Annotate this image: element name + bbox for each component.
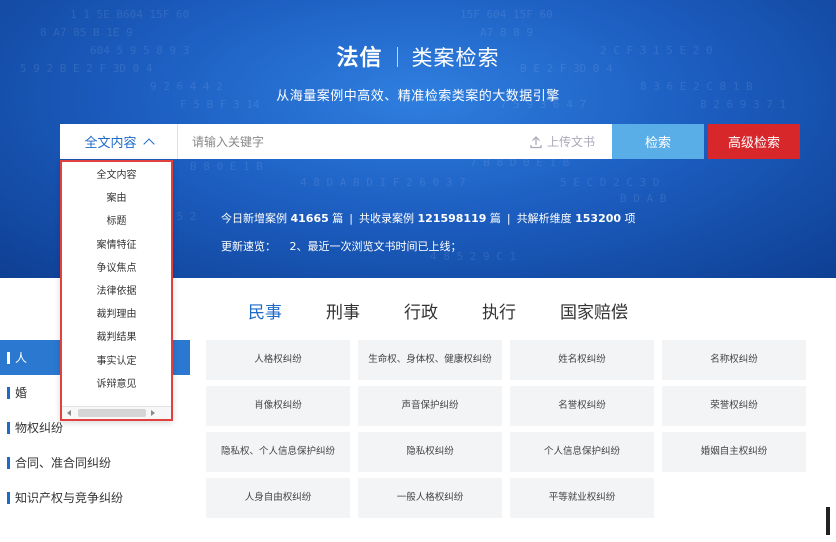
category-item[interactable]: 合同、准合同纠纷: [0, 445, 190, 480]
cause-item[interactable]: 荣誉权纠纷: [662, 386, 806, 426]
total-cases-count: 121598119: [417, 212, 487, 225]
advanced-search-button[interactable]: 高级检索: [708, 124, 800, 159]
cause-grid: 人格权纠纷 生命权、身体权、健康权纠纷 姓名权纠纷 名称权纠纷 肖像权纠纷 声音…: [206, 340, 806, 518]
brand-separator: [396, 47, 398, 67]
update-news-link[interactable]: 2、最近一次浏览文书时间已上线；: [290, 240, 462, 253]
scope-option-full-text[interactable]: 全文内容: [62, 162, 171, 185]
search-scope-dropdown: 全文内容 案由 标题 案情特征 争议焦点 法律依据 裁判理由 裁判结果 事实认定…: [60, 160, 173, 421]
upload-icon: [530, 135, 542, 148]
upload-label: 上传文书: [546, 135, 595, 149]
dimensions-count: 153200: [575, 212, 622, 225]
svg-text:4 8 D A B D I F 2 6 0 3 7: 4 8 D A B D I F 2 6 0 3 7: [300, 176, 466, 189]
category-marker: [7, 491, 10, 504]
stats-divider: |: [349, 212, 353, 225]
total-cases-label: 共收录案例: [359, 212, 414, 225]
cause-item[interactable]: 名称权纠纷: [662, 340, 806, 380]
scope-option-legal-basis[interactable]: 法律依据: [62, 278, 171, 301]
new-cases-label: 今日新增案例: [221, 212, 287, 225]
tab-enforcement[interactable]: 执行: [482, 298, 516, 323]
cause-item[interactable]: 人身自由权纠纷: [206, 478, 350, 518]
cause-item[interactable]: 姓名权纠纷: [510, 340, 654, 380]
scope-option-judgment-reason[interactable]: 裁判理由: [62, 301, 171, 324]
svg-text:B 8 0 E 1 B: B 8 0 E 1 B: [190, 160, 263, 173]
cause-item[interactable]: 个人信息保护纠纷: [510, 432, 654, 472]
category-marker: [7, 351, 10, 364]
scope-option-dispute-focus[interactable]: 争议焦点: [62, 255, 171, 278]
cause-item[interactable]: 平等就业权纠纷: [510, 478, 654, 518]
brand-name: 法信: [336, 46, 383, 71]
text-cursor: [826, 507, 830, 535]
tab-state-compensation[interactable]: 国家赔偿: [560, 298, 628, 323]
category-label: 知识产权与竞争纠纷: [15, 491, 124, 505]
stats-divider: |: [506, 212, 511, 225]
scope-option-judgment-result[interactable]: 裁判结果: [62, 324, 171, 347]
cause-item[interactable]: 隐私权纠纷: [358, 432, 502, 472]
dimensions-label: 共解析维度: [516, 212, 572, 225]
tab-administrative[interactable]: 行政: [404, 298, 438, 323]
category-label: 物权纠纷: [15, 421, 64, 435]
search-scope-select[interactable]: 全文内容: [60, 124, 178, 159]
new-cases-unit: 篇: [332, 212, 344, 225]
horizontal-scrollbar[interactable]: [62, 406, 171, 419]
scope-option-arguments[interactable]: 诉辩意见: [62, 371, 171, 394]
scope-option-cause[interactable]: 案由: [62, 185, 171, 208]
cause-item[interactable]: 声音保护纠纷: [358, 386, 502, 426]
scope-option-fact-finding[interactable]: 事实认定: [62, 348, 171, 371]
svg-text:A7 8 8 9: A7 8 8 9: [480, 26, 533, 39]
search-scope-label: 全文内容: [84, 136, 137, 151]
scrollbar-thumb[interactable]: [78, 409, 146, 417]
brand-title: 法信 类案检索: [0, 40, 836, 72]
new-cases-count: 41665: [290, 212, 329, 225]
upload-document-button[interactable]: 上传文书: [520, 124, 604, 159]
scope-option-title[interactable]: 标题: [62, 208, 171, 231]
cause-item[interactable]: 人格权纠纷: [206, 340, 350, 380]
tagline: 从海量案例中高效、精准检索类案的大数据引擎: [276, 89, 560, 104]
case-type-tabs: 民事 刑事 行政 执行 国家赔偿: [248, 298, 672, 323]
svg-text:1 1 5E B604 15F 60: 1 1 5E B604 15F 60: [70, 8, 189, 21]
category-label: 婚: [15, 386, 28, 400]
svg-text:15F 604 15F 60: 15F 604 15F 60: [460, 8, 553, 21]
chevron-up-icon: [142, 137, 155, 150]
page: 1 1 5E B604 15F 60 8 A7 85 B 1E 9 604 5 …: [0, 0, 836, 542]
svg-text:B D A B: B D A B: [620, 192, 667, 205]
scroll-right-arrow-icon[interactable]: [151, 410, 155, 416]
dimensions-unit: 项: [624, 212, 636, 225]
total-cases-unit: 篇: [489, 212, 501, 225]
scope-option-case-features[interactable]: 案情特征: [62, 232, 171, 255]
cause-item[interactable]: 婚姻自主权纠纷: [662, 432, 806, 472]
tab-criminal[interactable]: 刑事: [326, 298, 360, 323]
svg-text:8 A7 85 B 1E 9: 8 A7 85 B 1E 9: [40, 26, 133, 39]
cause-item[interactable]: 生命权、身体权、健康权纠纷: [358, 340, 502, 380]
cause-item[interactable]: 一般人格权纠纷: [358, 478, 502, 518]
product-name: 类案检索: [411, 46, 500, 70]
stats-line: 今日新增案例 41665 篇 | 共收录案例 121598119 篇 | 共解析维度 1…: [221, 210, 636, 226]
update-news: 更新速览： 2、最近一次浏览文书时间已上线；: [221, 238, 462, 254]
update-news-label: 更新速览：: [221, 240, 276, 253]
scroll-left-arrow-icon[interactable]: [67, 410, 71, 416]
tab-civil[interactable]: 民事: [248, 298, 282, 323]
category-marker: [7, 386, 10, 399]
cause-item[interactable]: 名誉权纠纷: [510, 386, 654, 426]
cause-item[interactable]: 肖像权纠纷: [206, 386, 350, 426]
category-item[interactable]: 知识产权与竞争纠纷: [0, 480, 190, 515]
cause-item[interactable]: 隐私权、个人信息保护纠纷: [206, 432, 350, 472]
search-button[interactable]: 检索: [612, 124, 704, 159]
svg-text:5 E C D 2 C 3 D: 5 E C D 2 C 3 D: [560, 176, 659, 189]
category-marker: [7, 456, 10, 469]
category-marker: [7, 421, 10, 434]
category-label: 合同、准合同纠纷: [15, 456, 112, 470]
category-label: 人: [15, 351, 28, 365]
